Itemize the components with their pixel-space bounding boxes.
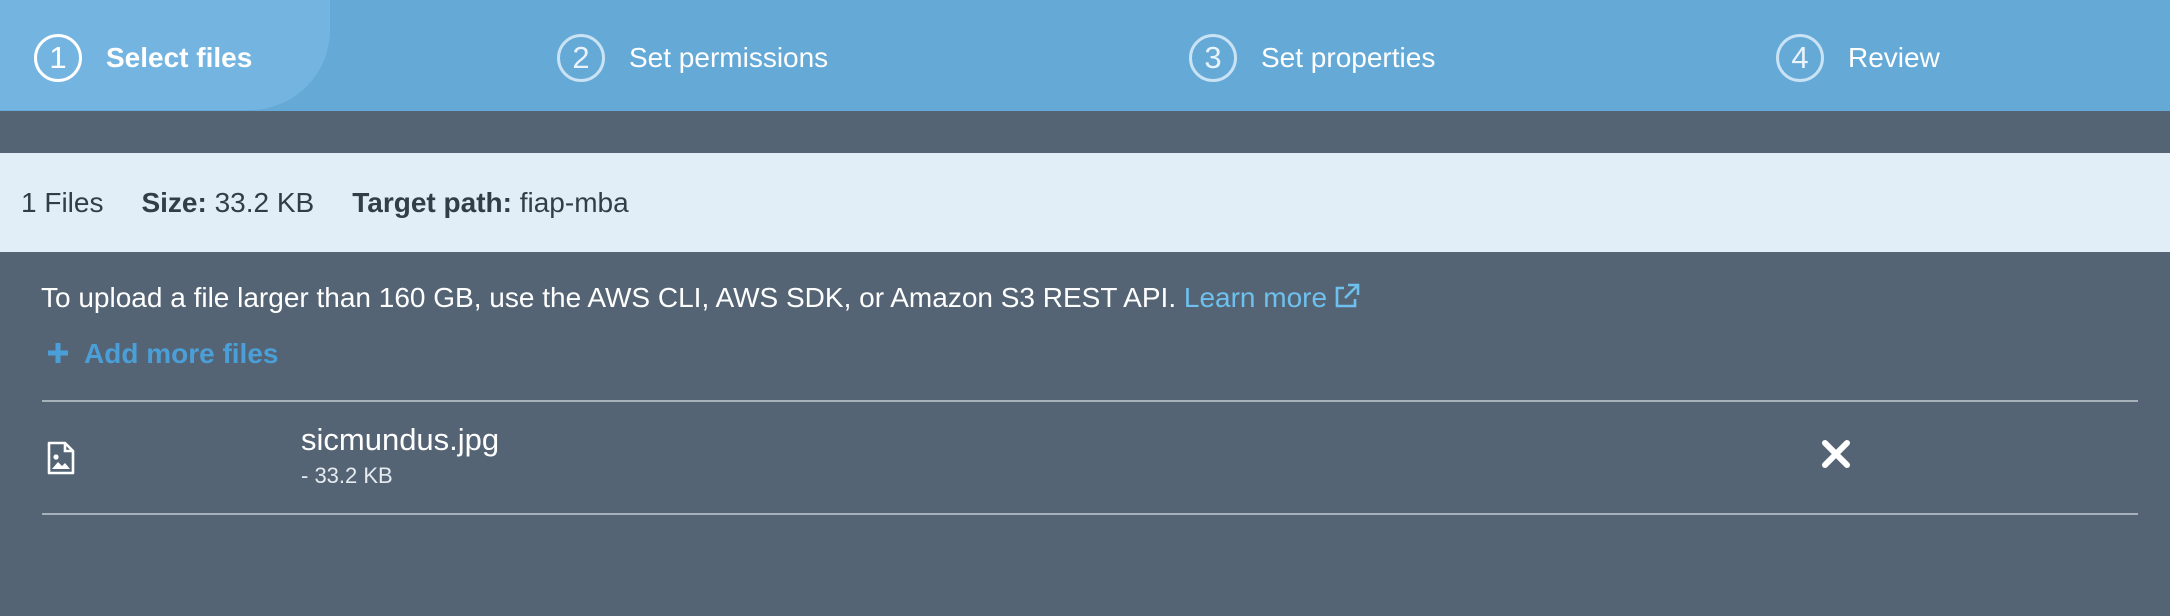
step-set-permissions[interactable]: 2 Set permissions bbox=[557, 31, 828, 85]
step-number-circle: 3 bbox=[1189, 34, 1237, 82]
file-list-bottom-divider bbox=[42, 513, 2138, 515]
target-path-summary: Target path: fiap-mba bbox=[352, 187, 628, 219]
add-more-files-button[interactable]: Add more files bbox=[46, 337, 278, 371]
step-select-files[interactable]: 1 Select files bbox=[34, 31, 252, 85]
size-value: 33.2 KB bbox=[214, 186, 315, 218]
step-label: Set properties bbox=[1261, 42, 1436, 73]
notice-text: To upload a file larger than 160 GB, use… bbox=[41, 282, 1177, 313]
file-count: 1 Files bbox=[21, 186, 104, 218]
image-file-icon bbox=[46, 441, 76, 480]
upload-summary-bar: 1 Files Size: 33.2 KB Target path: fiap-… bbox=[0, 153, 2170, 252]
learn-more-link[interactable]: Learn more bbox=[1184, 282, 1361, 313]
wizard-steps: 1 Select files 2 Set permissions 3 Set p… bbox=[0, 0, 2170, 111]
upload-content: To upload a file larger than 160 GB, use… bbox=[0, 252, 2170, 616]
step-review[interactable]: 4 Review bbox=[1776, 31, 1940, 85]
step-label: Set permissions bbox=[629, 42, 829, 73]
target-path-label: Target path: bbox=[352, 186, 512, 218]
header-separator-band bbox=[0, 111, 2170, 153]
plus-icon bbox=[46, 337, 70, 371]
external-link-icon bbox=[1333, 283, 1361, 316]
add-more-files-label: Add more files bbox=[84, 338, 279, 369]
step-number-circle: 4 bbox=[1776, 34, 1824, 82]
close-icon bbox=[1822, 440, 1850, 468]
large-file-notice: To upload a file larger than 160 GB, use… bbox=[41, 282, 1361, 316]
learn-more-label: Learn more bbox=[1183, 282, 1328, 313]
file-list-item: sicmundus.jpg - 33.2 KB bbox=[42, 401, 2138, 514]
file-size: - 33.2 KB bbox=[301, 463, 393, 488]
step-label: Select files bbox=[106, 42, 253, 73]
target-path-value: fiap-mba bbox=[519, 186, 629, 218]
file-name: sicmundus.jpg bbox=[301, 422, 500, 457]
size-label: Size: bbox=[141, 186, 207, 218]
step-label: Review bbox=[1848, 42, 1940, 73]
step-set-properties[interactable]: 3 Set properties bbox=[1189, 31, 1435, 85]
step-number-circle: 1 bbox=[34, 34, 82, 82]
step-number-circle: 2 bbox=[557, 34, 605, 82]
remove-file-button[interactable] bbox=[1821, 439, 1851, 474]
size-summary: Size: 33.2 KB bbox=[141, 187, 314, 219]
